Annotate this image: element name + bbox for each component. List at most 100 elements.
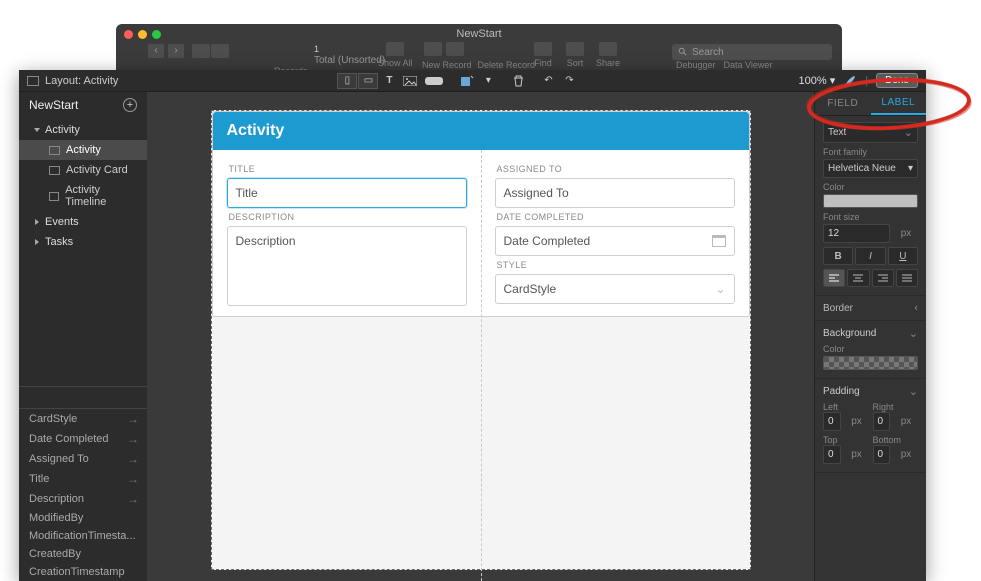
field-row[interactable]: Description→ [19, 489, 147, 509]
editor-toolbar: Layout: Activity ▯ ▭ T ▾ ↶ ↷ [19, 70, 926, 92]
align-left-button[interactable] [823, 269, 845, 287]
card-container[interactable]: Activity TITLE Title DESCRIPTION Descrip… [212, 111, 750, 317]
font-size-input[interactable]: 12 [823, 224, 890, 243]
field-row[interactable]: CreatedBy [19, 545, 147, 563]
field-row[interactable]: ModificationTimesta... [19, 527, 147, 545]
layout-canvas[interactable]: Activity TITLE Title DESCRIPTION Descrip… [147, 92, 814, 581]
sort-button[interactable]: Sort [566, 42, 584, 68]
inspector-tab-label[interactable]: LABEL [871, 92, 927, 115]
tree-item-activity[interactable]: Activity [19, 140, 147, 160]
field-label-assigned-to[interactable]: ASSIGNED TO [497, 164, 735, 174]
font-size-unit: px [894, 228, 918, 239]
chevron-down-icon: ▾ [908, 163, 913, 174]
field-assigned-to[interactable]: Assigned To [495, 178, 735, 208]
minimize-window[interactable] [138, 30, 147, 39]
arrow-right-icon: → [127, 412, 139, 426]
delete-record-button[interactable] [446, 42, 464, 56]
padding-bottom-label: Bottom [873, 435, 919, 445]
tool-text[interactable]: T [379, 73, 399, 89]
layout-name[interactable]: Layout: Activity [27, 75, 118, 87]
padding-section-toggle[interactable]: Padding⌄ [823, 385, 918, 398]
close-window[interactable] [124, 30, 133, 39]
tool-delete[interactable] [508, 73, 528, 89]
find-button[interactable]: Find [534, 42, 552, 68]
field-label-description[interactable]: DESCRIPTION [229, 212, 467, 222]
show-all-button[interactable]: Show All [378, 42, 413, 68]
tree-group-tasks[interactable]: Tasks [19, 232, 147, 252]
tree-group-activity[interactable]: Activity [19, 120, 147, 140]
new-record-button[interactable] [424, 42, 442, 56]
align-center-icon [853, 274, 863, 282]
tool-fill[interactable] [457, 73, 477, 89]
padding-top-input[interactable]: 0 [823, 445, 841, 464]
field-row[interactable]: CardStyle→ [19, 409, 147, 429]
maximize-window[interactable] [152, 30, 161, 39]
card-header[interactable]: Activity [213, 112, 749, 150]
field-style[interactable]: CardStyle ⌄ [495, 274, 735, 304]
tool-dropdown-arrow[interactable]: ▾ [478, 73, 498, 89]
padding-left-input[interactable]: 0 [823, 412, 841, 431]
align-justify-icon [902, 274, 912, 282]
field-row[interactable]: ModifiedBy [19, 509, 147, 527]
field-label-title[interactable]: TITLE [229, 164, 467, 174]
inspector-tab-field[interactable]: FIELD [815, 92, 871, 115]
align-left-icon [829, 274, 839, 282]
field-title[interactable]: Title [227, 178, 467, 208]
layout-page-icon [49, 146, 60, 155]
traffic-lights[interactable] [124, 30, 161, 39]
calendar-icon [712, 235, 726, 247]
tool-button[interactable] [421, 73, 447, 89]
padding-bottom-input[interactable]: 0 [873, 445, 891, 464]
trash-icon [513, 75, 524, 87]
layout-sidebar: NewStart + Activity Activity Activity Ca… [19, 92, 147, 581]
nav-back-button[interactable]: ‹ [148, 44, 164, 58]
field-row[interactable]: Assigned To→ [19, 449, 147, 469]
share-button[interactable]: Share [596, 42, 620, 68]
field-row[interactable]: CreationTimestamp [19, 563, 147, 581]
align-center-button[interactable] [847, 269, 869, 287]
bold-button[interactable]: B [823, 247, 853, 265]
field-date-completed[interactable]: Date Completed [495, 226, 735, 256]
background-color-swatch[interactable] [823, 356, 918, 370]
border-section-toggle[interactable]: Border‹ [815, 296, 926, 321]
nav-forward-button[interactable]: › [168, 44, 184, 58]
field-row[interactable]: Date Completed→ [19, 429, 147, 449]
field-label-date-completed[interactable]: DATE COMPLETED [497, 212, 735, 222]
padding-right-label: Right [873, 402, 919, 412]
record-prev[interactable] [192, 44, 210, 58]
tool-device-tablet[interactable]: ▭ [358, 73, 378, 89]
tool-device-phone[interactable]: ▯ [337, 73, 357, 89]
field-description[interactable]: Description [227, 226, 467, 306]
font-size-label: Font size [823, 212, 918, 222]
field-label-style[interactable]: STYLE [497, 260, 735, 270]
tree-item-activity-timeline[interactable]: Activity Timeline [19, 180, 147, 212]
search-icon [678, 47, 688, 57]
underline-button[interactable]: U [888, 247, 918, 265]
field-row[interactable]: Title→ [19, 469, 147, 489]
record-nav[interactable] [192, 44, 229, 58]
background-section-toggle[interactable]: Background⌄ [823, 327, 918, 340]
done-button[interactable]: Done [876, 73, 918, 88]
tree-group-events[interactable]: Events [19, 212, 147, 232]
record-next[interactable] [211, 44, 229, 58]
font-family-select[interactable]: Helvetica Neue▾ [823, 159, 918, 178]
zoom-level[interactable]: 100% ▾ [799, 74, 836, 87]
field-list: CardStyle→ Date Completed→ Assigned To→ … [19, 409, 147, 581]
tool-undo[interactable]: ↶ [538, 73, 558, 89]
nav-back-forward[interactable]: ‹ › [148, 44, 184, 58]
add-layout-button[interactable]: + [123, 98, 137, 112]
text-section-toggle[interactable]: Text⌄ [823, 122, 918, 143]
tree-item-activity-card[interactable]: Activity Card [19, 160, 147, 180]
tool-redo[interactable]: ↷ [559, 73, 579, 89]
theme-brush-icon[interactable] [843, 74, 857, 88]
chevron-down-icon: ⌄ [909, 327, 918, 340]
align-right-button[interactable] [872, 269, 894, 287]
align-justify-button[interactable] [896, 269, 918, 287]
search-field[interactable]: Search [672, 44, 832, 60]
italic-button[interactable]: I [855, 247, 885, 265]
background-app-window: NewStart ‹ › 1 Total (Unsorted) Records … [116, 24, 842, 72]
tool-image[interactable] [400, 73, 420, 89]
padding-right-input[interactable]: 0 [873, 412, 891, 431]
text-color-swatch[interactable] [823, 194, 918, 208]
chevron-down-icon: ⌄ [909, 385, 918, 398]
